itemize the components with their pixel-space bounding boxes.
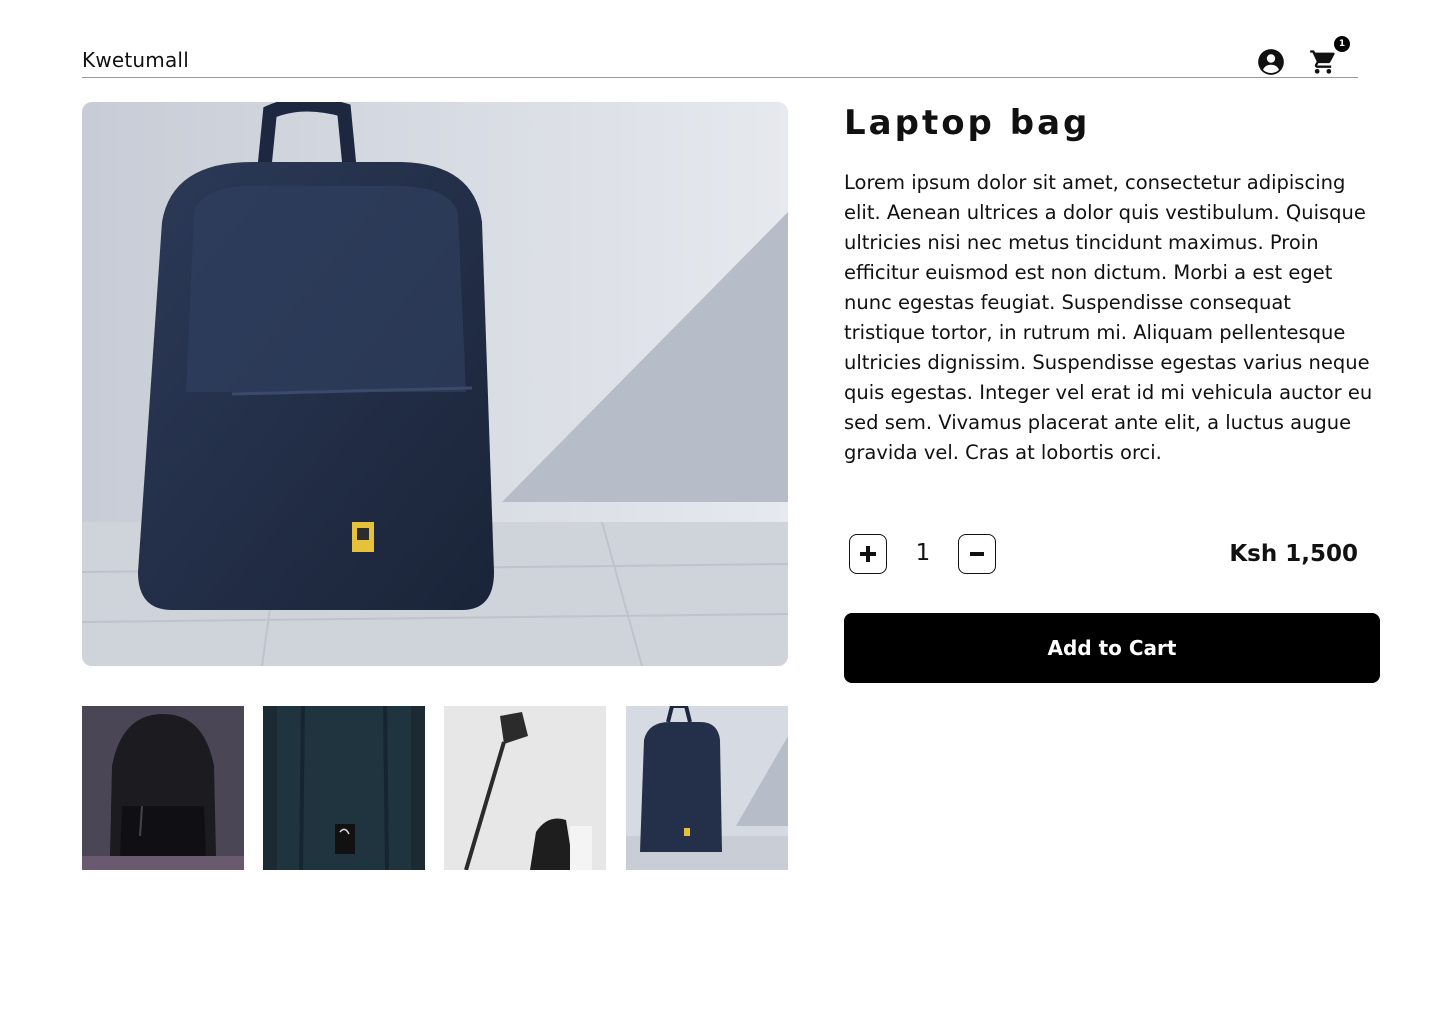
product-title: Laptop bag [844, 103, 1091, 143]
main-product-image [82, 102, 788, 666]
header-divider [82, 77, 1358, 78]
cart-count-badge: 1 [1334, 36, 1350, 52]
thumbnail-lamp-and-bag[interactable] [444, 706, 606, 870]
thumbnail-navy-backpack[interactable] [626, 706, 788, 870]
brand-logo[interactable]: Kwetumall [82, 48, 189, 72]
product-description: Lorem ipsum dolor sit amet, consectetur … [844, 171, 1373, 464]
quantity-value: 1 [915, 540, 931, 566]
cart-button[interactable] [1307, 46, 1339, 78]
add-to-cart-button[interactable]: Add to Cart [844, 613, 1380, 683]
account-button[interactable] [1255, 46, 1287, 78]
site-header: Kwetumall 1 [82, 36, 1358, 80]
plus-icon [860, 546, 876, 562]
minus-icon [970, 552, 984, 556]
increase-quantity-button[interactable] [849, 534, 887, 574]
thumbnail-teal-backpack[interactable] [263, 706, 425, 870]
shopping-cart-icon [1310, 50, 1335, 74]
product-price: Ksh 1,500 [1229, 541, 1358, 567]
account-circle-icon [1258, 49, 1284, 75]
decrease-quantity-button[interactable] [958, 534, 996, 574]
thumbnail-black-backpack[interactable] [82, 706, 244, 870]
